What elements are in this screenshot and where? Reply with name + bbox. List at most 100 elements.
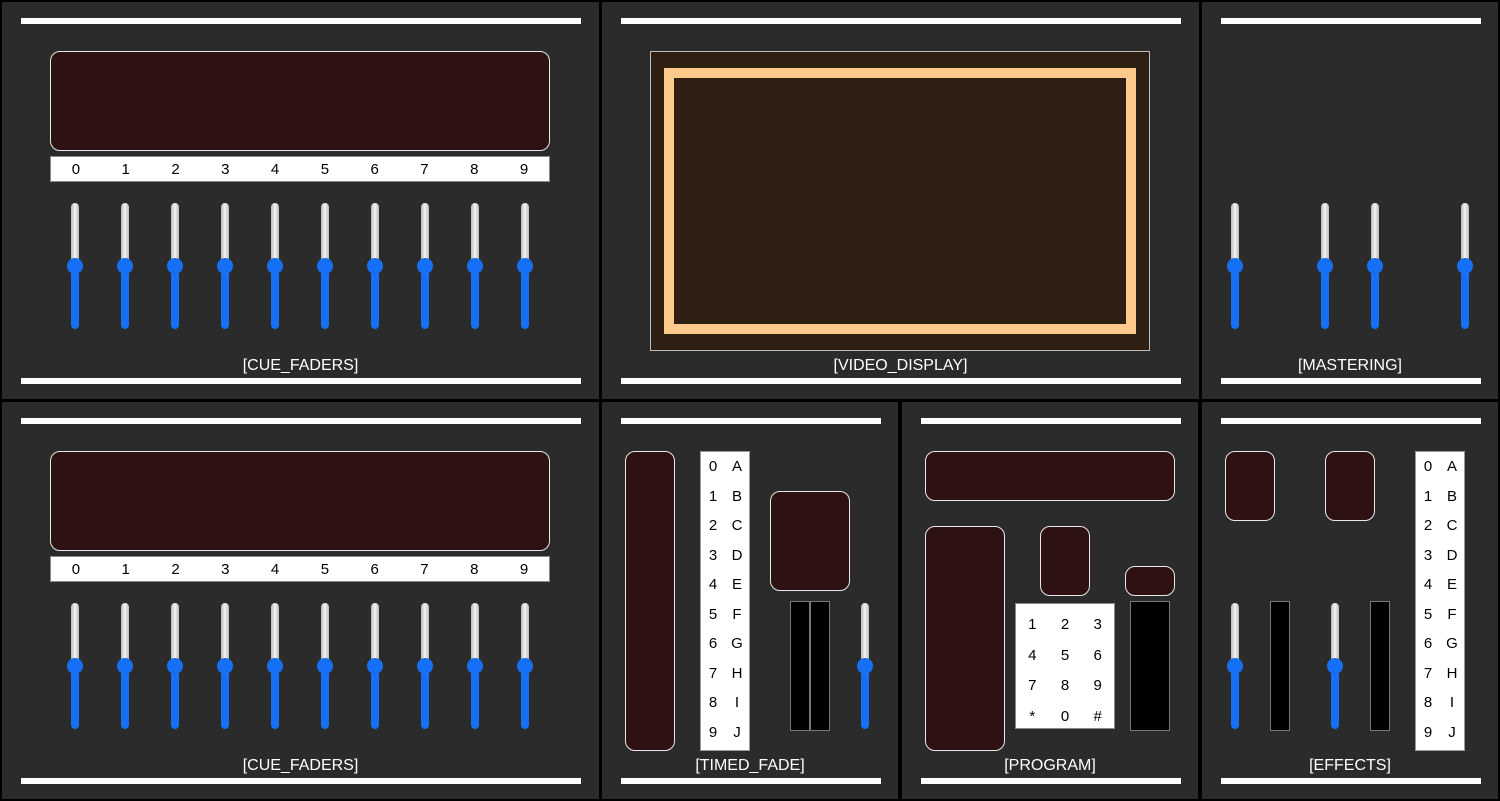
fader-slider[interactable] [417, 603, 433, 729]
alpha-row[interactable]: 5F [701, 600, 749, 630]
fader-slider[interactable] [517, 203, 533, 329]
fader-thumb[interactable] [1317, 258, 1333, 274]
fader-slider[interactable] [217, 203, 233, 329]
keypad-key[interactable]: 8 [1049, 671, 1082, 702]
fader-thumb[interactable] [67, 258, 83, 274]
fader-thumb[interactable] [1457, 258, 1473, 274]
fader-track-upper [121, 203, 129, 266]
fader-thumb[interactable] [317, 658, 333, 674]
video-display-panel: [VIDEO_DISPLAY] [602, 2, 1199, 399]
alpha-row[interactable]: 0A [1416, 452, 1464, 482]
channel-number: 7 [420, 560, 429, 578]
alpha-row[interactable]: 0A [701, 452, 749, 482]
alpha-list[interactable]: 0A1B2C3D4E5F6G7H8I9J [1415, 451, 1465, 751]
alpha-row[interactable]: 9J [701, 718, 749, 748]
fader-thumb[interactable] [1227, 258, 1243, 274]
keypad-key[interactable]: 0 [1049, 702, 1082, 733]
fader-thumb[interactable] [217, 258, 233, 274]
fader-slider[interactable] [167, 203, 183, 329]
fader-thumb[interactable] [417, 658, 433, 674]
fader-thumb[interactable] [517, 258, 533, 274]
fader-slider[interactable] [1227, 603, 1243, 729]
alpha-row[interactable]: 3D [1416, 541, 1464, 571]
fader-thumb[interactable] [167, 658, 183, 674]
fader-thumb[interactable] [1227, 658, 1243, 674]
keypad-key[interactable]: 5 [1049, 641, 1082, 672]
keypad-key[interactable]: # [1081, 702, 1114, 733]
alpha-row[interactable]: 1B [701, 482, 749, 512]
keypad-key[interactable]: 2 [1049, 610, 1082, 641]
fader-thumb[interactable] [117, 658, 133, 674]
fader-slider[interactable] [67, 203, 83, 329]
alpha-row[interactable]: 4E [1416, 570, 1464, 600]
video-screen[interactable] [650, 51, 1150, 351]
alpha-row[interactable]: 9J [1416, 718, 1464, 748]
alpha-row[interactable]: 3D [701, 541, 749, 571]
fader-slider[interactable] [857, 603, 873, 729]
fader-thumb[interactable] [267, 658, 283, 674]
fader-slider[interactable] [167, 603, 183, 729]
keypad-key[interactable]: 7 [1016, 671, 1049, 702]
fader-slider[interactable] [1227, 203, 1243, 329]
keypad-key[interactable]: 1 [1016, 610, 1049, 641]
alpha-row[interactable]: 1B [1416, 482, 1464, 512]
fader-thumb[interactable] [117, 258, 133, 274]
fader-thumb[interactable] [267, 258, 283, 274]
alpha-list[interactable]: 0A1B2C3D4E5F6G7H8I9J [700, 451, 750, 751]
fader-thumb[interactable] [367, 258, 383, 274]
fader-slider[interactable] [317, 603, 333, 729]
alpha-row[interactable]: 8I [701, 688, 749, 718]
fader-slider[interactable] [467, 603, 483, 729]
fader-slider[interactable] [417, 203, 433, 329]
keypad-key[interactable]: 3 [1081, 610, 1114, 641]
alpha-row[interactable]: 6G [701, 629, 749, 659]
alpha-row[interactable]: 7H [701, 659, 749, 689]
fader-thumb[interactable] [317, 258, 333, 274]
fader-slider[interactable] [367, 603, 383, 729]
fader-slider[interactable] [467, 203, 483, 329]
alpha-row[interactable]: 4E [701, 570, 749, 600]
keypad-key[interactable]: 6 [1081, 641, 1114, 672]
alpha-row[interactable]: 7H [1416, 659, 1464, 689]
fader-thumb[interactable] [1327, 658, 1343, 674]
fader-slider[interactable] [267, 603, 283, 729]
fader-thumb[interactable] [857, 658, 873, 674]
fader-track-upper [1231, 603, 1239, 666]
fader-slider[interactable] [1457, 203, 1473, 329]
fader-thumb[interactable] [217, 658, 233, 674]
alpha-letter: D [731, 546, 743, 564]
fader-track-upper [371, 203, 379, 266]
fader-thumb[interactable] [67, 658, 83, 674]
keypad-key[interactable]: 9 [1081, 671, 1114, 702]
fader-thumb[interactable] [167, 258, 183, 274]
keypad-key[interactable]: 4 [1016, 641, 1049, 672]
fader-slider[interactable] [517, 603, 533, 729]
fader-thumb[interactable] [517, 658, 533, 674]
fader-thumb[interactable] [417, 258, 433, 274]
fader-thumb[interactable] [367, 658, 383, 674]
fader-slider[interactable] [117, 203, 133, 329]
program-keypad[interactable]: 1 2 3 4 5 6 7 8 9 * 0 # [1015, 603, 1115, 729]
fader-slider[interactable] [117, 603, 133, 729]
fader-slider[interactable] [217, 603, 233, 729]
channel-number: 6 [370, 160, 379, 178]
alpha-row[interactable]: 2C [701, 511, 749, 541]
alpha-row[interactable]: 6G [1416, 629, 1464, 659]
fader-slider[interactable] [367, 203, 383, 329]
alpha-row[interactable]: 2C [1416, 511, 1464, 541]
panel-bottom-rule [621, 778, 881, 784]
alpha-row[interactable]: 5F [1416, 600, 1464, 630]
fader-slider[interactable] [267, 203, 283, 329]
fader-slider[interactable] [1327, 603, 1343, 729]
fader-slider[interactable] [1317, 203, 1333, 329]
fader-track-fill [371, 666, 379, 729]
fader-thumb[interactable] [467, 258, 483, 274]
fader-slider[interactable] [317, 203, 333, 329]
fader-slider[interactable] [1367, 203, 1383, 329]
fader-slider[interactable] [67, 603, 83, 729]
fader-track-upper [1321, 203, 1329, 266]
keypad-key[interactable]: * [1016, 702, 1049, 733]
alpha-row[interactable]: 8I [1416, 688, 1464, 718]
fader-thumb[interactable] [1367, 258, 1383, 274]
fader-thumb[interactable] [467, 658, 483, 674]
